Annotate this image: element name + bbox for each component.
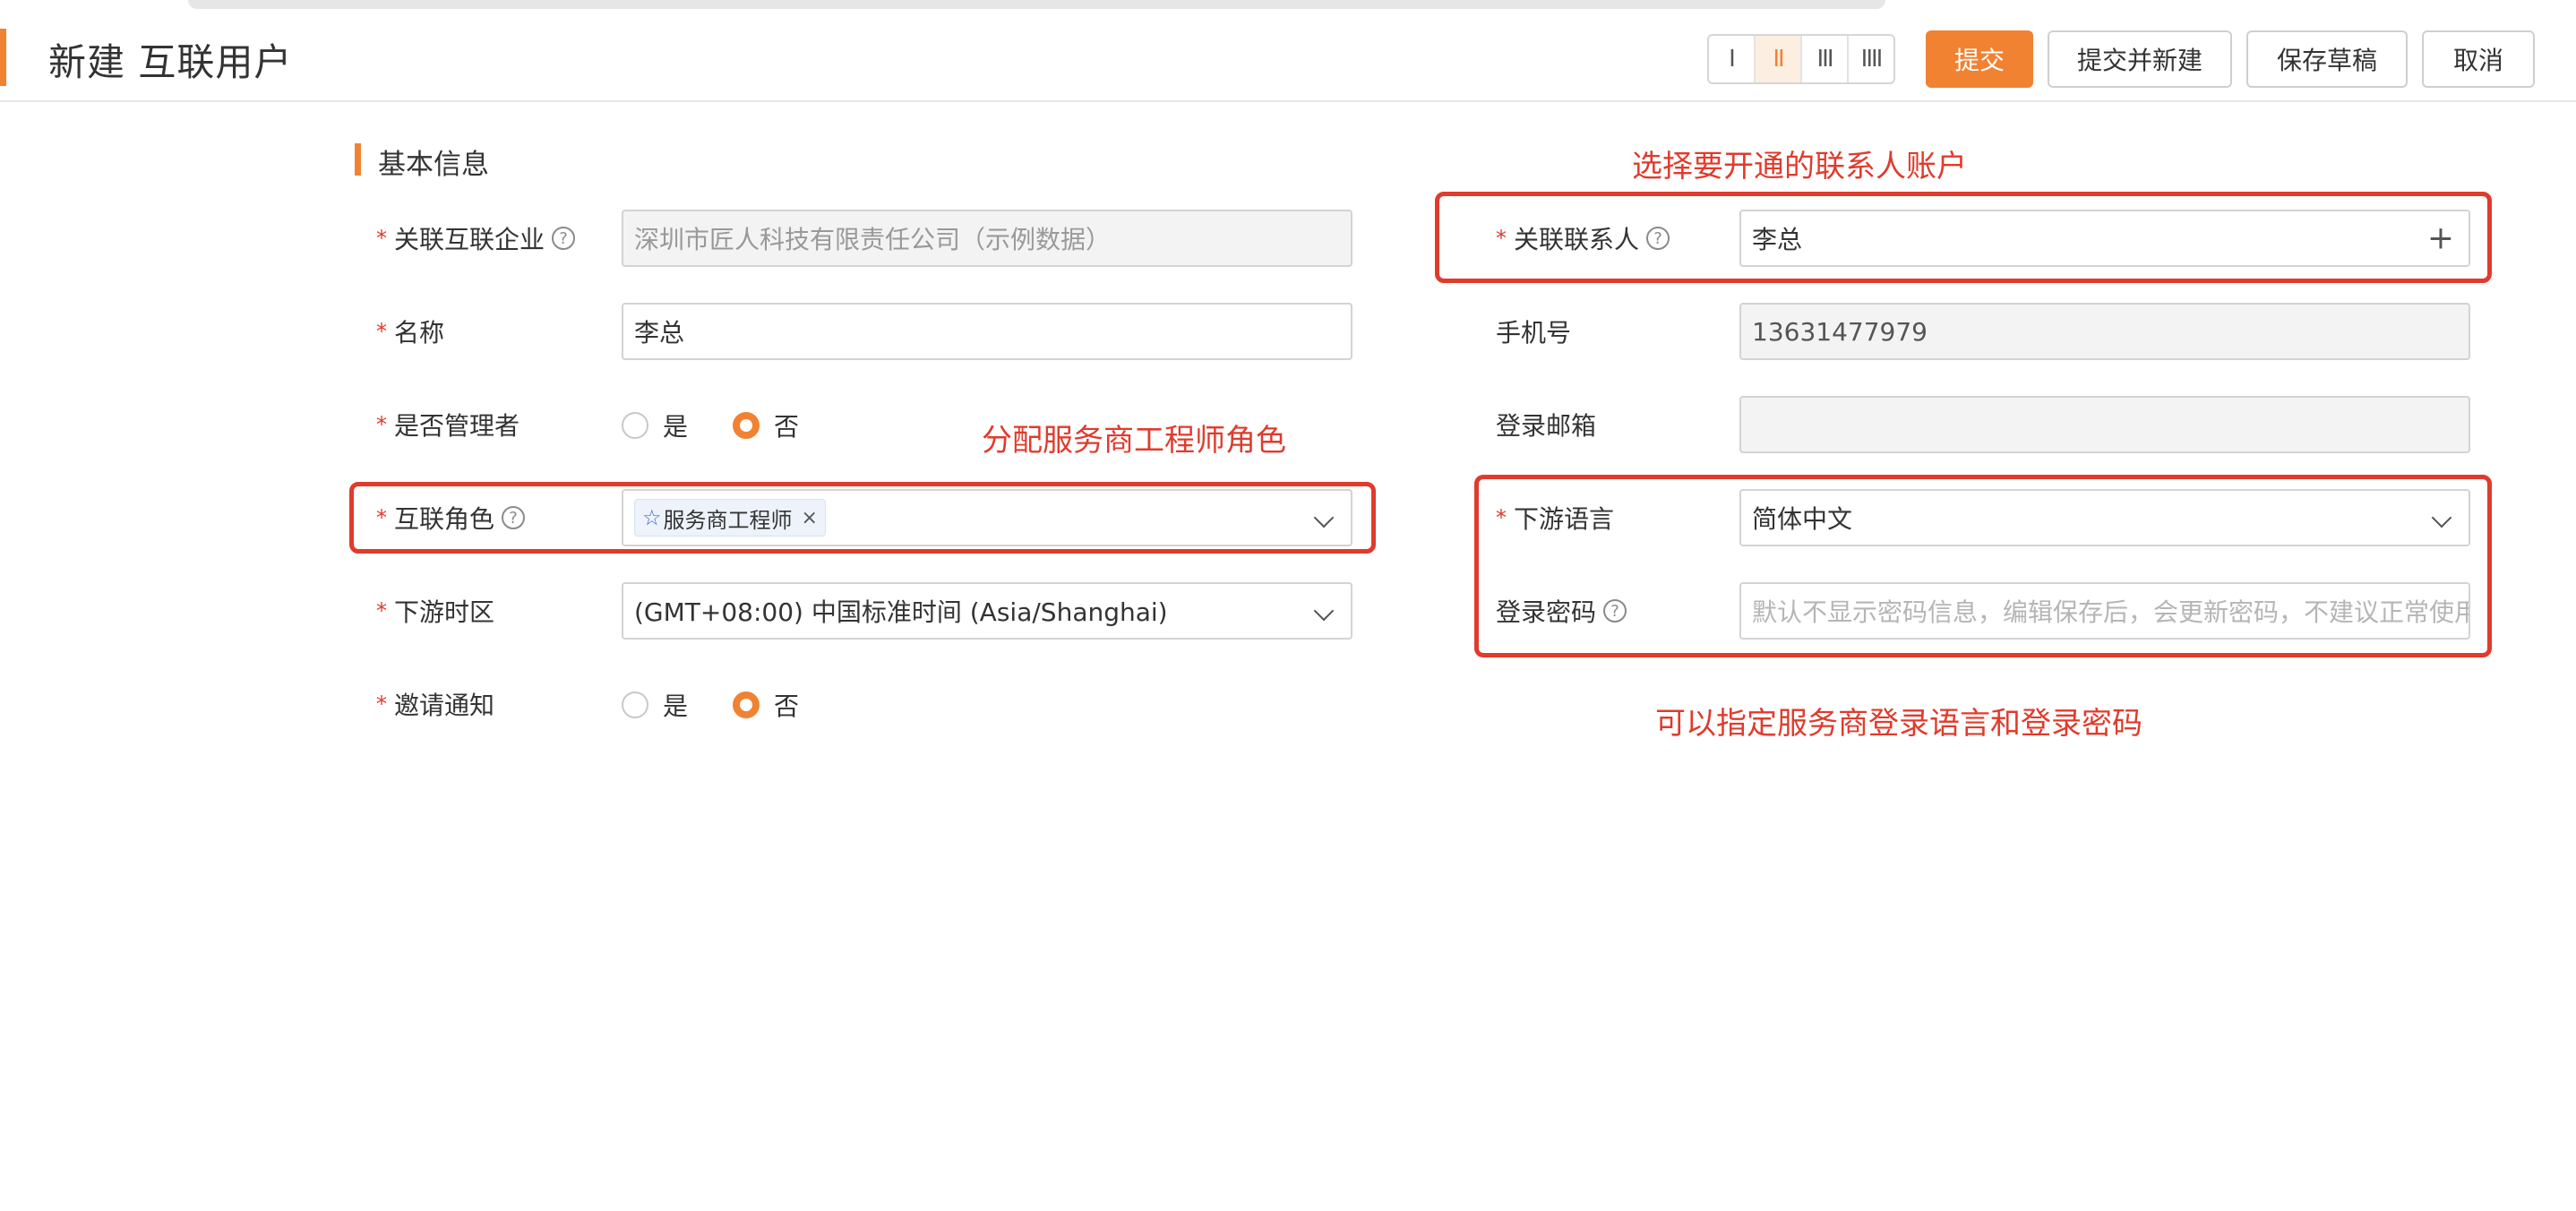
invite-label-text: 邀请通知 [394, 691, 495, 720]
section-title: 基本信息 [378, 149, 489, 181]
annotation-contact-box [1435, 192, 2492, 283]
timezone-value: (GMT+08:00) 中国标准时间 (Asia/Shanghai) [634, 597, 1168, 627]
header-accent-bar [0, 29, 6, 86]
company-value: 深圳市匠人科技有限责任公司（示例数据） [634, 225, 1112, 254]
annotation-contact-text: 选择要开通的联系人账户 [1632, 149, 1967, 185]
phone-label: 手机号 [1496, 313, 1571, 349]
radio-yes[interactable] [622, 691, 648, 718]
section-accent-bar [355, 143, 361, 176]
invite-label: * 邀请通知 [376, 686, 494, 722]
cancel-button[interactable]: 取消 [2422, 30, 2535, 88]
name-label-text: 名称 [394, 318, 445, 348]
phone-label-text: 手机号 [1496, 318, 1572, 348]
phone-value: 13631477979 [1752, 316, 1928, 347]
help-icon[interactable]: ? [552, 227, 576, 250]
invite-yes-option[interactable]: 是 [622, 687, 688, 723]
is-admin-no-option[interactable]: 否 [733, 408, 799, 443]
chevron-down-icon [1313, 600, 1335, 622]
required-mark: * [376, 226, 387, 251]
annotation-language-password-text: 可以指定服务商登录语言和登录密码 [1655, 706, 2142, 742]
radio-yes-label: 是 [663, 691, 689, 721]
radio-yes[interactable] [622, 412, 648, 439]
browser-scroll-strip [188, 0, 1885, 9]
is-admin-yes-option[interactable]: 是 [622, 408, 688, 443]
layout-1-column-button[interactable]: Ⅰ [1709, 36, 1756, 82]
name-value: 李总 [634, 318, 685, 348]
name-label: * 名称 [376, 313, 444, 349]
required-mark: * [376, 691, 387, 717]
required-mark: * [376, 319, 387, 344]
invite-no-option[interactable]: 否 [733, 687, 799, 723]
layout-3-column-button[interactable]: ⅠⅠⅠ [1802, 36, 1849, 82]
email-label: 登录邮箱 [1496, 407, 1596, 442]
company-label: * 关联互联企业 ? [376, 220, 576, 256]
timezone-label: * 下游时区 [376, 593, 494, 629]
name-input[interactable]: 李总 [622, 303, 1352, 360]
is-admin-radio-group: 是 否 [622, 408, 844, 443]
layout-2-column-button[interactable]: ⅠⅠ [1756, 36, 1802, 82]
radio-no[interactable] [733, 412, 760, 439]
timezone-select[interactable]: (GMT+08:00) 中国标准时间 (Asia/Shanghai) [622, 582, 1352, 640]
page-header: 新建 互联用户 Ⅰ ⅠⅠ ⅠⅠⅠ ⅠⅠⅠⅠ 提交 提交并新建 保存草稿 取消 [0, 16, 2576, 102]
radio-yes-label: 是 [663, 412, 689, 442]
submit-and-new-button[interactable]: 提交并新建 [2048, 30, 2232, 88]
company-label-text: 关联互联企业 [394, 225, 545, 254]
annotation-role-box [349, 482, 1376, 554]
submit-button[interactable]: 提交 [1926, 30, 2033, 88]
email-field [1739, 396, 2470, 453]
column-layout-switch: Ⅰ ⅠⅠ ⅠⅠⅠ ⅠⅠⅠⅠ [1707, 34, 1895, 84]
company-field: 深圳市匠人科技有限责任公司（示例数据） [622, 210, 1352, 267]
required-mark: * [376, 598, 387, 623]
is-admin-label: * 是否管理者 [376, 407, 519, 442]
radio-no[interactable] [733, 691, 760, 718]
page-title: 新建 互联用户 [48, 40, 293, 84]
annotation-role-text: 分配服务商工程师角色 [982, 423, 1286, 459]
timezone-label-text: 下游时区 [394, 597, 495, 627]
radio-no-label: 否 [774, 691, 800, 721]
radio-no-label: 否 [774, 412, 800, 442]
invite-radio-group: 是 否 [622, 687, 844, 723]
is-admin-label-text: 是否管理者 [394, 411, 520, 441]
required-mark: * [376, 412, 387, 437]
annotation-language-password-box [1474, 475, 2492, 657]
email-label-text: 登录邮箱 [1496, 411, 1597, 441]
phone-field: 13631477979 [1739, 303, 2470, 360]
layout-4-column-button[interactable]: ⅠⅠⅠⅠ [1849, 36, 1893, 82]
save-draft-button[interactable]: 保存草稿 [2246, 30, 2408, 88]
